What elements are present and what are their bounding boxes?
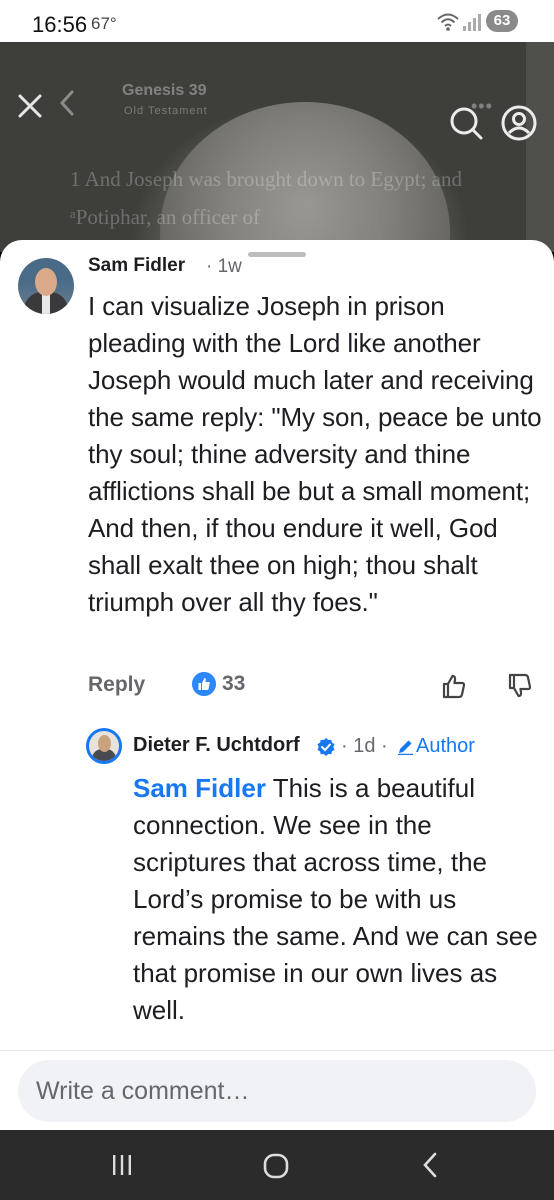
signal-icon (463, 14, 481, 31)
reply-timestamp: · 1d · (341, 735, 388, 757)
close-icon[interactable] (16, 92, 44, 120)
upvote-icon[interactable] (440, 672, 468, 700)
wifi-icon (437, 13, 459, 31)
verified-badge-icon (317, 738, 335, 756)
drag-handle[interactable] (248, 252, 306, 257)
search-icon[interactable] (448, 105, 484, 141)
like-reaction-icon[interactable] (192, 672, 216, 696)
verse-text: 1 And Joseph was brought down to Egypt; … (70, 167, 462, 229)
book-title: Genesis 39 (122, 82, 207, 99)
status-bar: 16:56 67° 63 (0, 0, 554, 42)
chevron-left-icon[interactable] (56, 88, 80, 118)
video-background: Genesis 39 Old Testament ••• 1 And Josep… (0, 42, 554, 252)
status-temperature: 67° (91, 14, 117, 33)
comment-input[interactable] (18, 1060, 536, 1122)
mention-link[interactable]: Sam Fidler (133, 773, 266, 803)
battery-indicator: 63 (486, 10, 518, 32)
reply-body: Sam Fidler This is a beautiful connectio… (133, 770, 543, 1029)
back-icon[interactable] (420, 1151, 440, 1179)
system-nav-bar (0, 1130, 554, 1200)
reply-author[interactable]: Dieter F. Uchtdorf (133, 734, 300, 757)
comment-author[interactable]: Sam Fidler (88, 255, 185, 277)
reply-text: This is a beautiful connection. We see i… (133, 773, 538, 1025)
book-subtitle: Old Testament (124, 105, 208, 117)
status-time: 16:56 (32, 12, 88, 37)
comment-body: I can visualize Joseph in prison pleadin… (88, 291, 542, 617)
avatar[interactable] (86, 728, 122, 764)
avatar-face (35, 268, 57, 296)
comments-sheet: Sam Fidler · 1w I can visualize Joseph i… (0, 240, 554, 1130)
pen-icon (398, 740, 413, 755)
avatar[interactable] (18, 258, 74, 314)
comment-timestamp: · 1w (206, 256, 242, 277)
avatar-face (98, 735, 111, 752)
recent-apps-icon[interactable] (110, 1152, 134, 1178)
comment-composer (0, 1050, 554, 1130)
avatar-shirt (42, 294, 50, 314)
downvote-icon[interactable] (506, 672, 534, 700)
home-icon[interactable] (262, 1152, 290, 1180)
like-count: 33 (222, 672, 246, 695)
author-badge: Author (416, 735, 475, 757)
reply-button[interactable]: Reply (88, 673, 145, 697)
profile-icon[interactable] (500, 104, 538, 142)
